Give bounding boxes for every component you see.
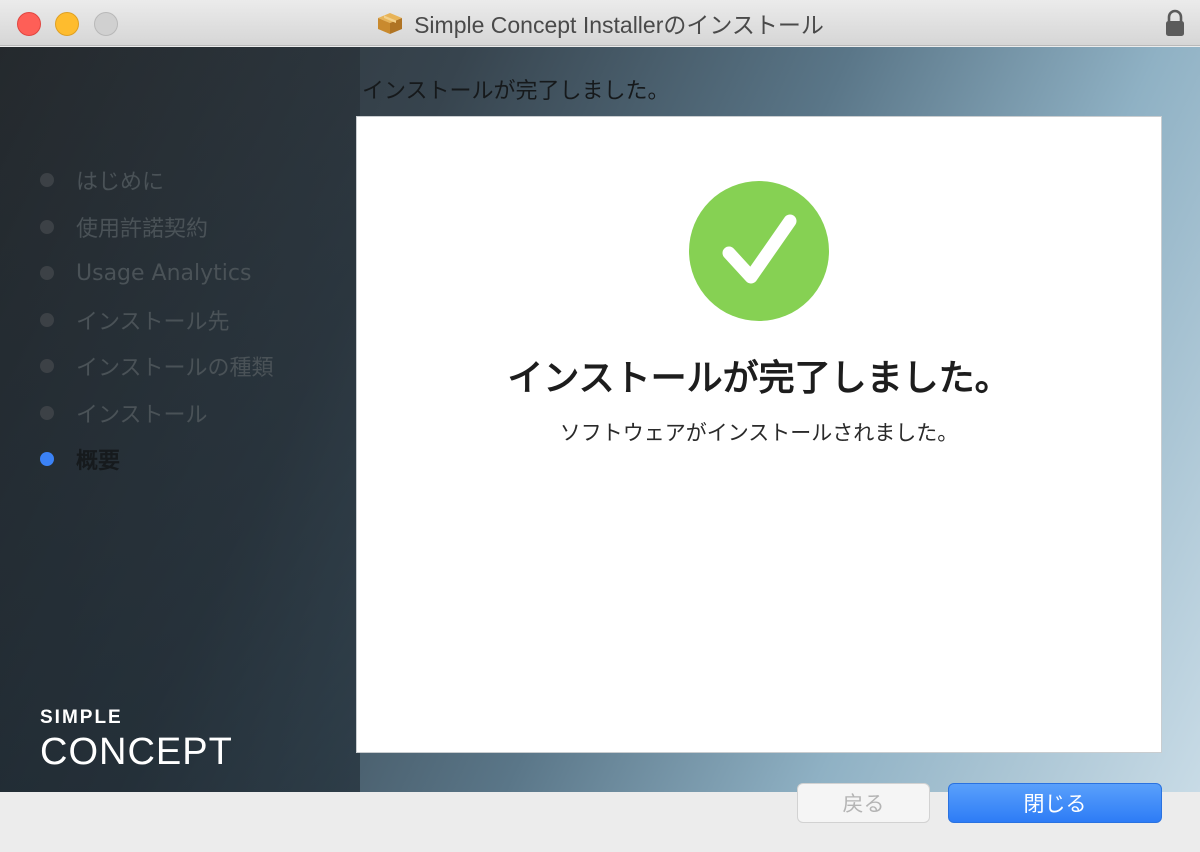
step-installation: インストール	[40, 390, 274, 437]
step-dot	[40, 173, 54, 188]
step-destination: インストール先	[40, 297, 274, 344]
step-label: インストール先	[76, 309, 230, 335]
page-heading: インストールが完了しました。	[362, 79, 670, 104]
step-dot	[40, 405, 54, 420]
brand-logo: SIMPLE CONCEPT	[40, 707, 233, 774]
step-label: 使用許諾契約	[76, 216, 209, 242]
step-label: インストール	[76, 402, 208, 428]
step-introduction: はじめに	[40, 157, 274, 204]
step-installation-type: インストールの種類	[40, 343, 274, 390]
step-license: 使用許諾契約	[40, 204, 274, 251]
step-label: 概要	[76, 449, 121, 475]
step-dot	[40, 266, 54, 281]
window-title: Simple Concept Installerのインストール	[414, 12, 824, 38]
title-wrap: Simple Concept Installerのインストール	[0, 0, 1200, 46]
package-icon	[378, 13, 403, 34]
step-label: はじめに	[76, 170, 165, 196]
brand-line1: SIMPLE	[40, 707, 123, 728]
installer-content: インストールが完了しました。 はじめに 使用許諾契約 Usage Analyti…	[0, 47, 1200, 792]
lock-icon	[1166, 9, 1184, 36]
step-dot	[40, 359, 54, 374]
back-button[interactable]: 戻る	[797, 783, 930, 823]
completion-title: インストールが完了しました。	[507, 358, 1011, 399]
step-dot	[40, 219, 54, 234]
brand-line2: CONCEPT	[40, 731, 233, 773]
installer-window: Simple Concept Installerのインストール インストールが完…	[0, 0, 1200, 852]
step-usage-analytics: Usage Analytics	[40, 250, 274, 297]
step-list: はじめに 使用許諾契約 Usage Analytics インストール先 インスト…	[40, 157, 274, 483]
completion-subtitle: ソフトウェアがインストールされました。	[559, 421, 959, 445]
summary-panel: インストールが完了しました。 ソフトウェアがインストールされました。	[356, 116, 1162, 753]
step-dot-active	[40, 452, 54, 467]
checkmark-circle-icon	[689, 181, 829, 321]
step-dot	[40, 312, 54, 327]
step-summary: 概要	[40, 436, 274, 483]
close-button[interactable]: 閉じる	[948, 783, 1162, 823]
step-label: インストールの種類	[76, 356, 274, 382]
title-bar[interactable]: Simple Concept Installerのインストール	[0, 0, 1200, 46]
step-label: Usage Analytics	[76, 260, 252, 286]
